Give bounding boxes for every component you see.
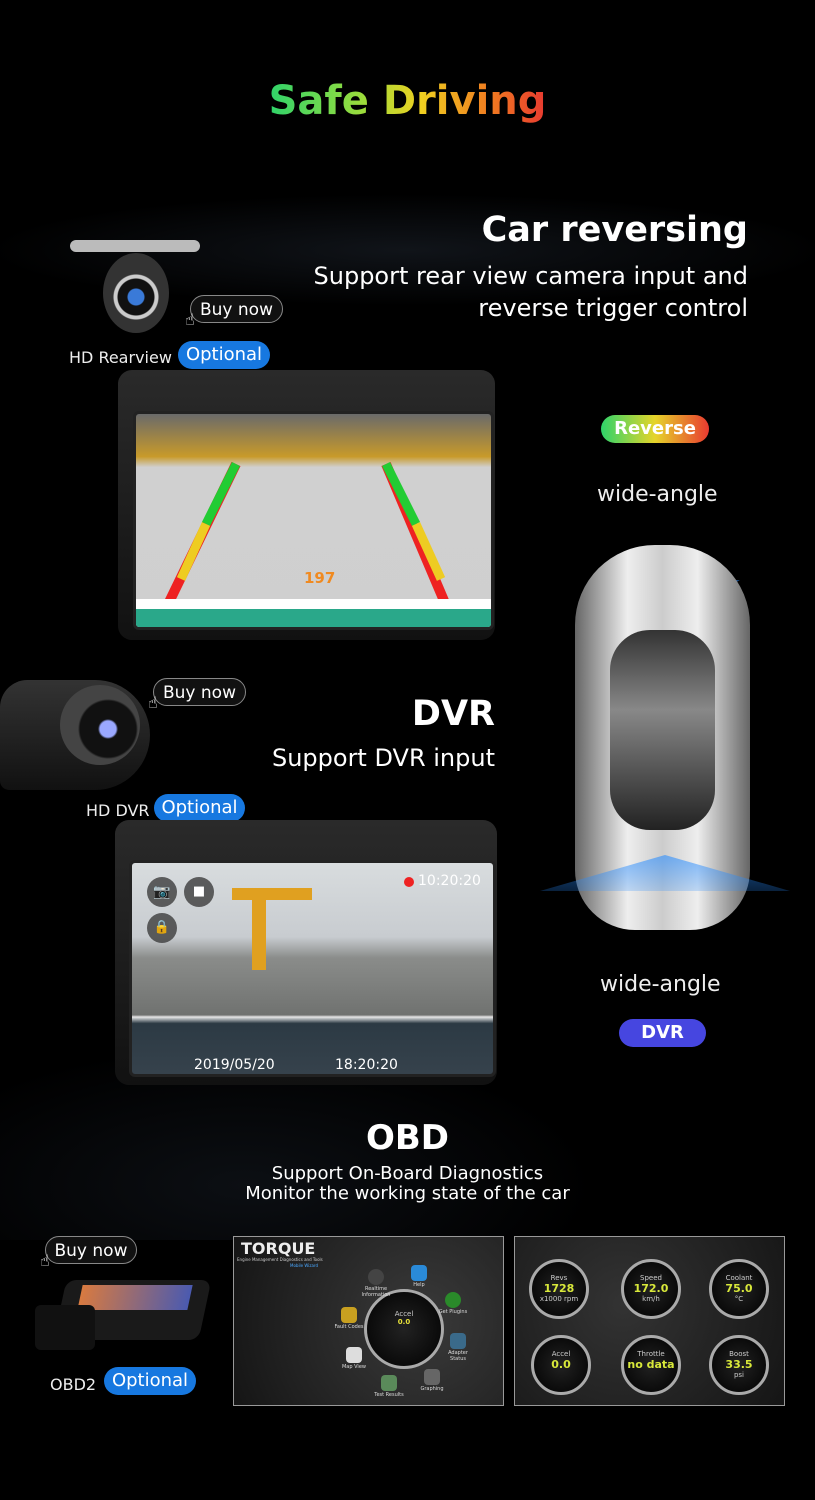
lock-icon[interactable]: 🔒 — [147, 913, 177, 943]
obd-optional-badge: Optional — [104, 1367, 196, 1395]
realtime-information-icon[interactable]: Realtime Information — [361, 1269, 391, 1298]
obd-gauges-screenshot: Revs 1728 x1000 rpm Speed 172.0 km/h Coolant… — [514, 1236, 785, 1406]
parking-guidelines — [136, 461, 491, 627]
rearview-product-label: HD Rearview — [69, 348, 172, 367]
obd-heading: OBD — [365, 1118, 450, 1158]
map-view-icon[interactable]: Map View — [339, 1347, 369, 1370]
dvr-optional-badge: Optional — [154, 794, 245, 822]
dvr-date: 2019/05/20 — [194, 1057, 275, 1073]
dvr-line1: Support DVR input — [271, 744, 495, 772]
accel-gauge: Accel 0.0 — [364, 1289, 444, 1369]
hand-pointer-icon: ☝ — [40, 1251, 50, 1270]
rearview-buy-now-button[interactable]: ☝ Buy now — [185, 295, 283, 329]
video-icon[interactable]: ■ — [184, 877, 214, 907]
obd-buy-now-button[interactable]: ☝ Buy now — [40, 1236, 137, 1270]
hand-pointer-icon: ☝ — [185, 310, 195, 329]
car-top-view-image — [540, 520, 790, 940]
torque-wizard: Mobile Wizard — [290, 1263, 319, 1268]
speed-gauge: Speed 172.0 km/h — [621, 1259, 681, 1319]
graphing-icon[interactable]: Graphing — [417, 1369, 447, 1392]
boost-gauge: Boost 33.5 psi — [709, 1335, 769, 1395]
recording-time: 10:20:20 — [418, 873, 481, 889]
dvr-time: 18:20:20 — [335, 1057, 398, 1073]
torque-app-screenshot: TORQUE Engine Management Diagnostics and… — [233, 1236, 504, 1406]
rear-camera-image — [70, 225, 200, 335]
recording-dot-icon — [404, 877, 414, 887]
coolant-gauge: Coolant 75.0 °C — [709, 1259, 769, 1319]
rearview-optional-badge: Optional — [178, 341, 270, 369]
dvr-product-label: HD DVR — [86, 801, 150, 820]
toll-pillar — [252, 900, 266, 970]
camera-icon[interactable]: 📷 — [147, 877, 177, 907]
get-plugins-icon[interactable]: Get Plugins — [438, 1292, 468, 1315]
dvr-badge: DVR — [619, 1019, 706, 1047]
obd-line2: Monitor the working state of the car — [245, 1183, 570, 1204]
reversing-line2: reverse trigger control — [478, 294, 748, 322]
torque-logo: TORQUE — [241, 1239, 316, 1258]
reverse-badge: Reverse — [601, 415, 709, 443]
torque-tagline: Engine Management Diagnostics and Tools — [237, 1257, 323, 1262]
obd-line1: Support On-Board Diagnostics — [271, 1163, 544, 1184]
dvr-screen: 📷 ■ 🔒 10:20:20 2019/05/20 18:20:20 — [129, 860, 496, 1077]
reversing-heading: Car reversing — [481, 210, 748, 250]
reversing-line1: Support rear view camera input and — [313, 262, 748, 290]
adapter-status-icon[interactable]: Adapter Status — [443, 1333, 473, 1362]
accel-gauge-2: Accel 0.0 — [531, 1335, 591, 1395]
reverse-camera-screen: 197 — [133, 411, 494, 630]
front-wide-angle-label: wide-angle — [597, 482, 718, 507]
rear-wide-angle-label: wide-angle — [600, 972, 721, 997]
help-icon[interactable]: Help — [404, 1265, 434, 1288]
dvr-buy-now-button[interactable]: ☝ Buy now — [148, 678, 246, 712]
distance-readout: 197 — [304, 569, 336, 587]
obd-product-label: OBD2 — [50, 1375, 97, 1394]
revs-gauge: Revs 1728 x1000 rpm — [529, 1259, 589, 1319]
fault-codes-icon[interactable]: Fault Codes — [334, 1307, 364, 1330]
page-title: Safe Driving — [268, 78, 547, 124]
obd2-adapter-image — [30, 1280, 212, 1360]
dvr-heading: DVR — [411, 694, 495, 734]
toll-canopy — [232, 888, 312, 900]
throttle-gauge: Throttle no data — [621, 1335, 681, 1395]
test-results-icon[interactable]: Test Results — [374, 1375, 404, 1398]
hand-pointer-icon: ☝ — [148, 693, 158, 712]
